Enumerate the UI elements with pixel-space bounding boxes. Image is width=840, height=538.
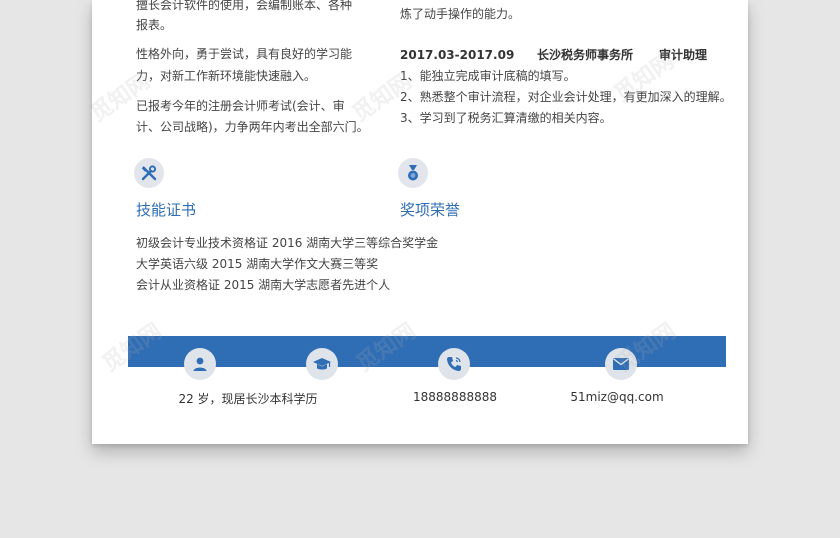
contact-email: 51miz@qq.com xyxy=(570,390,664,404)
awards-section-title: 奖项荣誉 xyxy=(400,201,461,219)
left-para1-line2: 报表。 xyxy=(136,18,173,32)
contact-phone: 18888888888 xyxy=(413,390,497,404)
medal-icon xyxy=(398,158,428,188)
job-duty-3: 3、学习到了税务汇算清缴的相关内容。 xyxy=(400,111,612,125)
skills-section-title: 技能证书 xyxy=(136,201,197,219)
resume-page: 擅长会计软件的使用，会编制账本、各种 报表。 性格外向，勇于尝试，具有良好的学习… xyxy=(86,0,748,444)
left-para3-line1: 已报考今年的注册会计师考试(会计、审 xyxy=(136,99,345,113)
graduation-cap-icon xyxy=(306,348,338,380)
phone-icon xyxy=(438,348,470,380)
tools-icon xyxy=(134,158,164,188)
job-duty-2: 2、熟悉整个审计流程，对企业会计处理，有更加深入的理解。 xyxy=(400,90,732,104)
job-title: 审计助理 xyxy=(659,48,708,62)
left-para3-line2: 计、公司战略)，力争两年内考出全部六门。 xyxy=(136,120,369,134)
job-period: 2017.03-2017.09 xyxy=(400,48,515,62)
skills-line-2: 大学英语六级 2015 湖南大学作文大赛三等奖 xyxy=(136,257,379,271)
job-duty-1: 1、能独立完成审计底稿的填写。 xyxy=(400,69,576,83)
left-para1-line1: 擅长会计软件的使用，会编制账本、各种 xyxy=(136,0,353,12)
left-para2-line1: 性格外向，勇于尝试，具有良好的学习能 xyxy=(136,47,353,61)
contact-age-location: 22 岁，现居长沙本科学历 xyxy=(178,392,318,406)
left-para2-line2: 力，对新工作新环境能快速融入。 xyxy=(136,69,317,83)
skills-line-3: 会计从业资格证 2015 湖南大学志愿者先进个人 xyxy=(136,278,391,292)
skills-line-1: 初级会计专业技术资格证 2016 湖南大学三等综合奖学金 xyxy=(136,236,439,250)
job-company: 长沙税务师事务所 xyxy=(537,48,634,62)
person-icon xyxy=(184,348,216,380)
right-prev-line: 炼了动手操作的能力。 xyxy=(400,7,521,21)
envelope-icon xyxy=(605,348,637,380)
